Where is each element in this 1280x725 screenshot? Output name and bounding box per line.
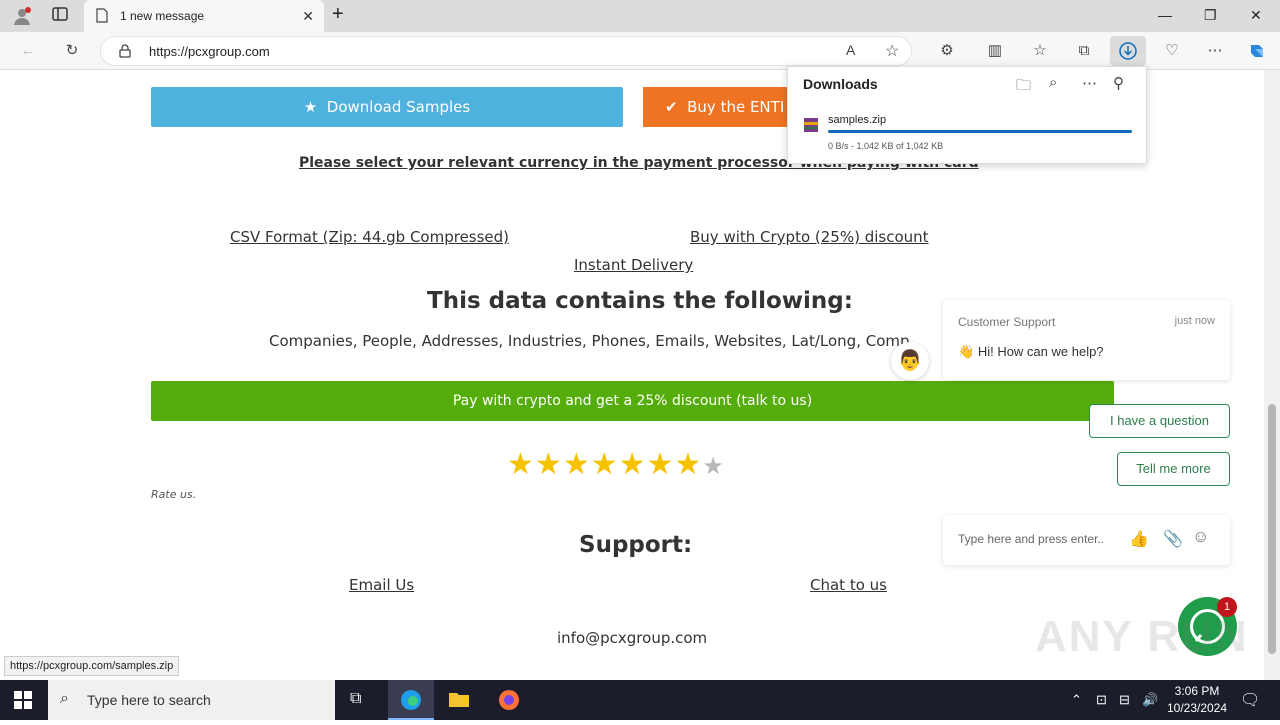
rate-us-text: Rate us. — [151, 488, 197, 501]
new-tab-button[interactable]: + — [332, 3, 344, 26]
more-options-icon[interactable]: ⋯ — [1082, 74, 1097, 92]
status-bar-url: https://pcxgroup.com/samples.zip — [4, 656, 180, 676]
download-progress-fill — [828, 130, 1132, 133]
edge-taskbar-icon[interactable] — [388, 680, 434, 720]
star-icon[interactable]: ★ — [647, 447, 675, 482]
download-file-name[interactable]: samples.zip — [828, 114, 886, 126]
downloads-title: Downloads — [803, 76, 878, 92]
chat-message-card: Customer Support just now 👋 Hi! How can … — [943, 300, 1230, 380]
url-text: https://pcxgroup.com — [149, 44, 270, 59]
star-icon[interactable]: ★ — [591, 447, 619, 482]
chat-time: just now — [1174, 315, 1215, 327]
notification-icon[interactable]: 🗨 — [1240, 690, 1260, 710]
chat-to-us-link[interactable]: Chat to us — [810, 576, 887, 594]
profile-icon[interactable] — [12, 6, 32, 26]
wave-icon: 👋 — [958, 344, 975, 359]
pin-icon[interactable]: ⚲ — [1113, 74, 1124, 92]
browser-essentials-icon[interactable]: ♡ — [1162, 41, 1182, 61]
tell-me-more-button[interactable]: Tell me more — [1117, 452, 1230, 486]
firefox-icon[interactable] — [497, 688, 521, 717]
contains-heading: This data contains the following: — [427, 288, 853, 314]
file-explorer-icon[interactable] — [448, 689, 470, 714]
taskbar-search[interactable]: ⌕ Type here to search — [48, 680, 335, 720]
chat-message-text: Hi! How can we help? — [977, 344, 1104, 359]
chat-message: 👋 Hi! How can we help? — [958, 344, 1104, 360]
star-icon[interactable]: ★ — [535, 447, 563, 482]
tab-title: 1 new message — [120, 9, 205, 23]
csv-format-link[interactable]: CSV Format (Zip: 44.gb Compressed) — [230, 228, 509, 246]
star-icon[interactable]: ★ — [563, 447, 591, 482]
more-menu-icon[interactable]: ⋯ — [1205, 41, 1225, 61]
favorites-icon[interactable]: ☆ — [1030, 41, 1050, 61]
tab-actions-icon[interactable] — [50, 6, 70, 26]
download-detail: 0 B/s - 1,042 KB of 1,042 KB — [828, 141, 944, 151]
favorite-star-icon[interactable]: ☆ — [885, 41, 899, 61]
check-icon: ✔ — [665, 98, 678, 116]
star-icon[interactable]: ★ — [674, 447, 702, 482]
collections-icon[interactable]: ⧉ — [1074, 41, 1094, 61]
split-screen-icon[interactable]: ▥ — [985, 41, 1005, 61]
chat-input[interactable]: Type here and press enter.. 👍 📎 ☺ — [943, 515, 1230, 565]
download-samples-button[interactable]: ★ Download Samples — [151, 87, 623, 127]
downloads-icon[interactable] — [1110, 36, 1146, 66]
lock-icon — [119, 44, 131, 63]
volume-icon[interactable]: 🔊 — [1142, 692, 1158, 708]
tab-strip: 1 new message ✕ + — ❐ ✕ — [0, 0, 1280, 32]
star-empty-icon[interactable]: ★ — [702, 452, 725, 480]
downloads-panel: Downloads 🗀 ⌕ ⋯ ⚲ samples.zip 0 B/s - 1,… — [787, 66, 1147, 164]
browser-toolbar: ← ↻ https://pcxgroup.com A ☆ ⚙ ▥ ☆ ⧉ ♡ ⋯ — [0, 32, 1280, 70]
open-folder-icon[interactable]: 🗀 — [1016, 75, 1031, 100]
maximize-button[interactable]: ❐ — [1204, 7, 1217, 24]
instant-delivery-link[interactable]: Instant Delivery — [574, 256, 693, 274]
buy-button-label: Buy the ENTI — [687, 98, 785, 116]
anyrun-watermark: ANY RUN — [1035, 612, 1249, 661]
contains-list: Companies, People, Addresses, Industries… — [269, 332, 910, 350]
chat-input-placeholder: Type here and press enter.. — [958, 532, 1105, 546]
crypto-discount-button[interactable]: Pay with crypto and get a 25% discount (… — [151, 381, 1114, 421]
thumbs-up-icon[interactable]: 👍 — [1129, 529, 1149, 549]
close-window-button[interactable]: ✕ — [1250, 7, 1262, 24]
download-progress-bar — [828, 130, 1132, 133]
star-icon[interactable]: ★ — [619, 447, 647, 482]
agent-avatar: 👨 — [891, 342, 929, 380]
active-tab[interactable]: 1 new message ✕ — [84, 0, 324, 32]
extensions-icon[interactable]: ⚙ — [937, 41, 957, 61]
i-have-a-question-button[interactable]: I have a question — [1089, 404, 1230, 438]
copilot-icon[interactable] — [1247, 41, 1267, 61]
search-icon: ⌕ — [60, 690, 69, 707]
clock-time: 3:06 PM — [1174, 684, 1220, 698]
email-us-link[interactable]: Email Us — [349, 576, 414, 594]
page-scrollbar[interactable] — [1264, 70, 1280, 680]
clock-date: 10/23/2024 — [1166, 701, 1228, 715]
chevron-up-icon[interactable]: ⌃ — [1071, 692, 1082, 708]
network-icon[interactable]: ⊟ — [1119, 692, 1130, 708]
windows-start-icon[interactable] — [14, 691, 32, 714]
read-aloud-icon[interactable]: A — [846, 42, 855, 58]
contact-email: info@pcxgroup.com — [557, 629, 708, 647]
zip-file-icon — [803, 117, 819, 138]
download-samples-label: Download Samples — [326, 98, 471, 116]
address-bar[interactable]: https://pcxgroup.com A ☆ — [100, 36, 912, 66]
page-icon — [96, 8, 108, 28]
star-icon[interactable]: ★ — [507, 447, 535, 482]
taskbar-clock[interactable]: 3:06 PM 10/23/2024 — [1162, 683, 1232, 717]
support-heading: Support: — [579, 532, 693, 558]
close-tab-icon[interactable]: ✕ — [302, 8, 314, 25]
search-icon[interactable]: ⌕ — [1049, 74, 1057, 91]
chat-agent-name: Customer Support — [958, 315, 1056, 329]
star-icon: ★ — [303, 98, 318, 116]
task-view-icon[interactable]: ⧉ — [350, 690, 361, 708]
scrollbar-thumb[interactable] — [1268, 404, 1276, 654]
attachment-icon[interactable]: 📎 — [1163, 529, 1183, 549]
tray-icon[interactable]: ⊡ — [1096, 692, 1107, 708]
buy-crypto-link[interactable]: Buy with Crypto (25%) discount — [690, 228, 929, 246]
back-arrow-icon[interactable]: ← — [18, 41, 38, 61]
taskbar-search-placeholder: Type here to search — [87, 692, 211, 708]
rating-stars[interactable]: ★★★★★★★★ — [507, 447, 725, 482]
windows-taskbar: ⌕ Type here to search ⧉ ⌃ ⊡ ⊟ 🔊 3:06 PM … — [0, 680, 1280, 720]
minimize-button[interactable]: — — [1158, 7, 1172, 23]
refresh-icon[interactable]: ↻ — [62, 41, 82, 61]
emoji-icon[interactable]: ☺ — [1192, 527, 1209, 547]
